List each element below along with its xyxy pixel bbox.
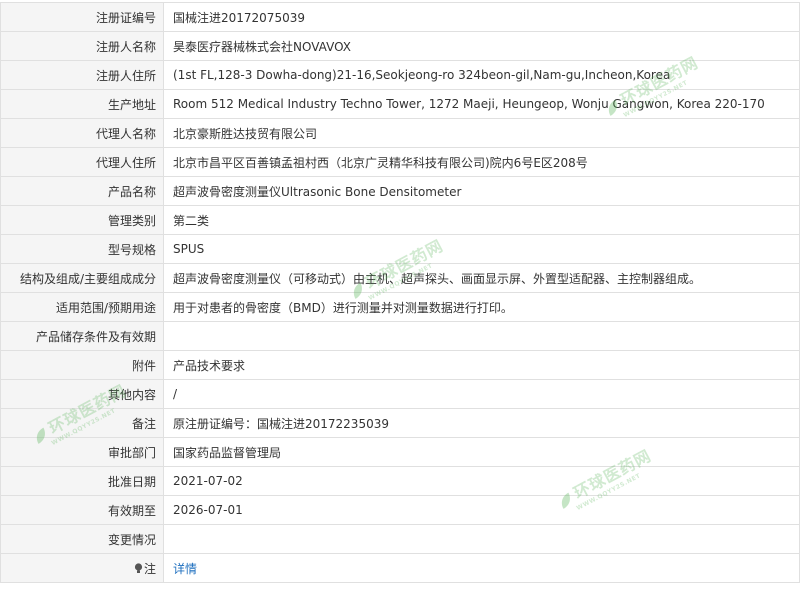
row-value: 国家药品监督管理局 xyxy=(163,437,800,467)
table-row: 适用范围/预期用途 用于对患者的骨密度（BMD）进行测量并对测量数据进行打印。 xyxy=(0,292,800,322)
row-label: 代理人住所 xyxy=(0,147,164,177)
table-row: 生产地址 Room 512 Medical Industry Techno To… xyxy=(0,89,800,119)
row-value: 2026-07-01 xyxy=(163,495,800,525)
table-row: 备注 原注册证编号：国械注进20172235039 xyxy=(0,408,800,438)
row-value: 国械注进20172075039 xyxy=(163,2,800,32)
row-label: 其他内容 xyxy=(0,379,164,409)
row-label: 批准日期 xyxy=(0,466,164,496)
row-label: 适用范围/预期用途 xyxy=(0,292,164,322)
table-row: 注册人住所 (1st FL,128-3 Dowha-dong)21-16,Seo… xyxy=(0,60,800,90)
table-row: 附件 产品技术要求 xyxy=(0,350,800,380)
details-link[interactable]: 详情 xyxy=(163,553,800,583)
table-row: 代理人名称 北京豪斯胜达技贸有限公司 xyxy=(0,118,800,148)
table-row: 注 详情 xyxy=(0,553,800,583)
row-value: 北京豪斯胜达技贸有限公司 xyxy=(163,118,800,148)
table-row: 代理人住所 北京市昌平区百善镇孟祖村西（北京广灵精华科技有限公司)院内6号E区2… xyxy=(0,147,800,177)
row-label: 产品名称 xyxy=(0,176,164,206)
row-label: 变更情况 xyxy=(0,524,164,554)
table-row: 批准日期 2021-07-02 xyxy=(0,466,800,496)
row-label: 管理类别 xyxy=(0,205,164,235)
row-label: 附件 xyxy=(0,350,164,380)
registration-info-table: 注册证编号 国械注进20172075039 注册人名称 昊泰医疗器械株式会社NO… xyxy=(0,2,800,583)
table-row: 注册证编号 国械注进20172075039 xyxy=(0,2,800,32)
row-label: 备注 xyxy=(0,408,164,438)
row-value: 北京市昌平区百善镇孟祖村西（北京广灵精华科技有限公司)院内6号E区208号 xyxy=(163,147,800,177)
table-row: 变更情况 xyxy=(0,524,800,554)
row-label: 有效期至 xyxy=(0,495,164,525)
table-row: 管理类别 第二类 xyxy=(0,205,800,235)
row-value: 超声波骨密度测量仪（可移动式）由主机、超声探头、画面显示屏、外置型适配器、主控制… xyxy=(163,263,800,293)
row-label: 审批部门 xyxy=(0,437,164,467)
row-label: 注册人名称 xyxy=(0,31,164,61)
table-row: 有效期至 2026-07-01 xyxy=(0,495,800,525)
row-value: 原注册证编号：国械注进20172235039 xyxy=(163,408,800,438)
row-label: 注 xyxy=(143,561,156,576)
table-row: 注册人名称 昊泰医疗器械株式会社NOVAVOX xyxy=(0,31,800,61)
table-row: 产品名称 超声波骨密度测量仪Ultrasonic Bone Densitomet… xyxy=(0,176,800,206)
row-value: Room 512 Medical Industry Techno Tower, … xyxy=(163,89,800,119)
table-row: 其他内容 / xyxy=(0,379,800,409)
row-label: 生产地址 xyxy=(0,89,164,119)
row-value xyxy=(163,524,800,554)
row-value: 昊泰医疗器械株式会社NOVAVOX xyxy=(163,31,800,61)
row-value: 2021-07-02 xyxy=(163,466,800,496)
row-value xyxy=(163,321,800,351)
row-label: 注册证编号 xyxy=(0,2,164,32)
note-label-cell: 注 xyxy=(0,553,164,583)
row-value: SPUS xyxy=(163,234,800,264)
table-row: 产品储存条件及有效期 xyxy=(0,321,800,351)
row-value: 超声波骨密度测量仪Ultrasonic Bone Densitometer xyxy=(163,176,800,206)
table-row: 审批部门 国家药品监督管理局 xyxy=(0,437,800,467)
table-row: 结构及组成/主要组成成分 超声波骨密度测量仪（可移动式）由主机、超声探头、画面显… xyxy=(0,263,800,293)
row-value: 产品技术要求 xyxy=(163,350,800,380)
row-value: / xyxy=(163,379,800,409)
row-label: 注册人住所 xyxy=(0,60,164,90)
lightbulb-icon xyxy=(134,562,143,577)
table-row: 型号规格 SPUS xyxy=(0,234,800,264)
row-value: 用于对患者的骨密度（BMD）进行测量并对测量数据进行打印。 xyxy=(163,292,800,322)
row-label: 产品储存条件及有效期 xyxy=(0,321,164,351)
row-value: (1st FL,128-3 Dowha-dong)21-16,Seokjeong… xyxy=(163,60,800,90)
row-label: 型号规格 xyxy=(0,234,164,264)
row-label: 结构及组成/主要组成成分 xyxy=(0,263,164,293)
registration-info-page: 注册证编号 国械注进20172075039 注册人名称 昊泰医疗器械株式会社NO… xyxy=(0,0,800,597)
row-value: 第二类 xyxy=(163,205,800,235)
row-label: 代理人名称 xyxy=(0,118,164,148)
